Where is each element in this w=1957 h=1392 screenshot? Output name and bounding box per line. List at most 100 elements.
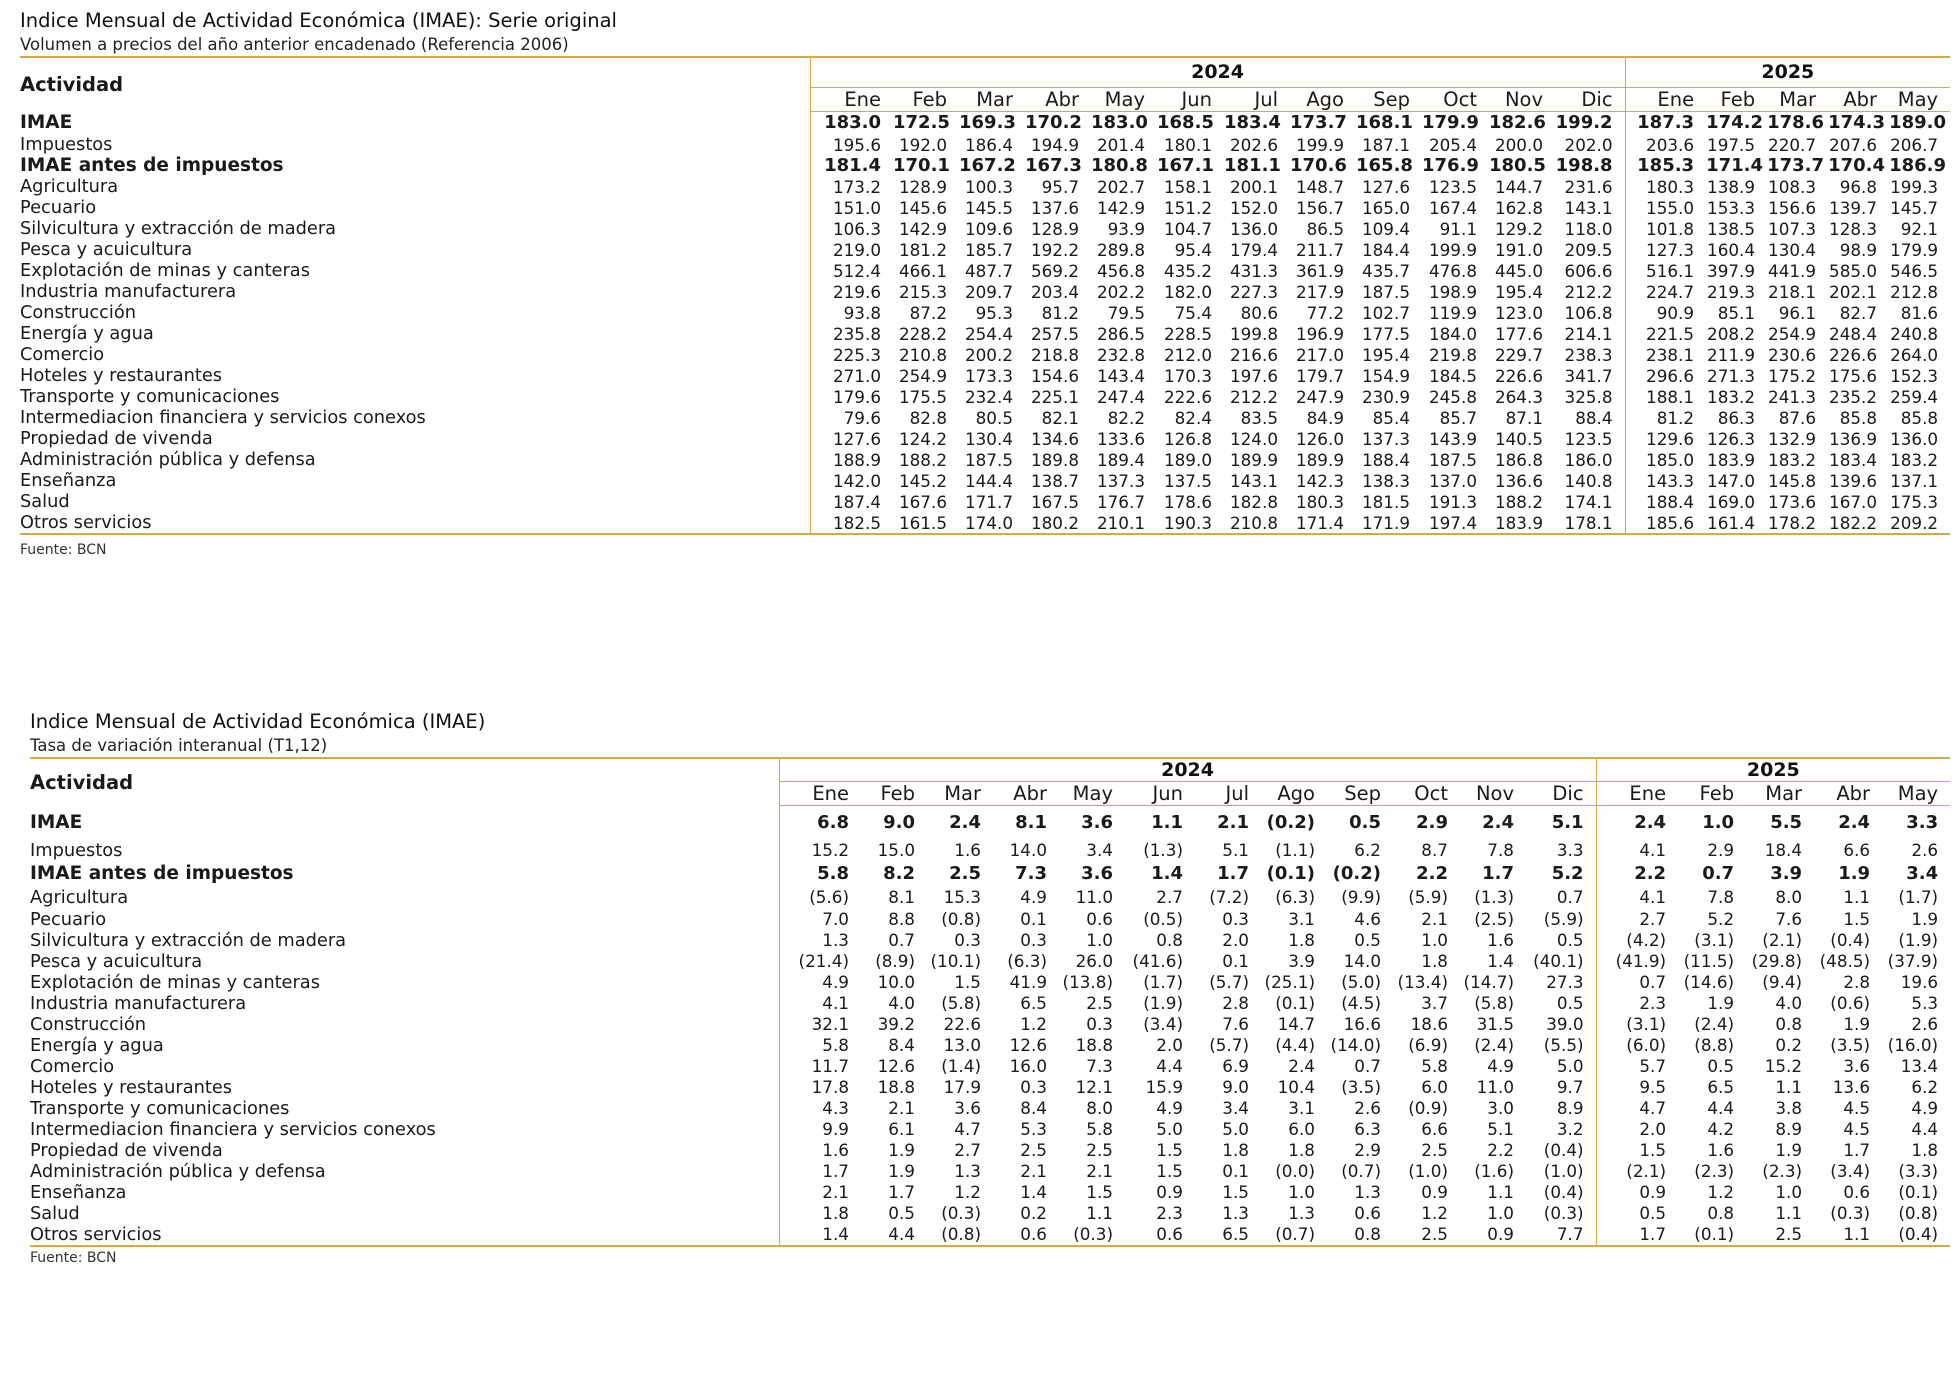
value-cell: 6.0 [1288, 1119, 1315, 1139]
value-cell: 195.4 [1361, 344, 1410, 365]
value-cell: 189.4 [1096, 449, 1145, 470]
table-row: IMAE antes de impuestos 5.8 8.2 2.5 7.3 3.6 1.… [30, 861, 1950, 886]
row-label: Intermediacion financiera y servicios co… [20, 407, 426, 428]
value-cell: 4.0 [1775, 993, 1803, 1013]
value-cell: 183.0 [809, 111, 893, 134]
value-cell: 174.1 [1555, 491, 1626, 512]
value-cell: 10.4 [1277, 1077, 1315, 1097]
value-cell: 3.9 [1770, 863, 1803, 884]
value-cell: (3.4) [1143, 1014, 1183, 1034]
value-cell: 187.3 [1624, 111, 1707, 134]
value-cell: 144.4 [964, 470, 1013, 491]
value-cell: (3.5) [1341, 1077, 1381, 1097]
value-cell: 31.5 [1476, 1014, 1514, 1034]
value-cell: 289.8 [1096, 239, 1145, 260]
value-cell: 232.4 [964, 386, 1013, 407]
value-cell: 145.6 [898, 197, 947, 218]
value-cell: 2.5 [1020, 1140, 1047, 1160]
value-cell: 183.4 [1829, 449, 1878, 470]
value-cell: 88.4 [1555, 407, 1626, 428]
value-cell: 184.0 [1428, 323, 1477, 344]
row-label: Otros servicios [30, 1223, 162, 1245]
value-cell: 126.8 [1163, 428, 1212, 449]
value-cell: 186.0 [1555, 449, 1626, 470]
value-cell: 188.4 [1624, 491, 1707, 512]
value-cell: 83.5 [1240, 407, 1278, 428]
value-cell: 211.7 [1295, 239, 1344, 260]
value-cell: 170.3 [1163, 365, 1212, 386]
table-row: Silvicultura y extracción de madera 106.3… [20, 218, 1950, 239]
value-cell: 0.5 [1349, 811, 1381, 833]
table-row: Impuestos 15.2 15.0 1.6 14.0 3.4 (1.3) 5.1 (1.1)… [30, 838, 1950, 862]
row-label: Comercio [30, 1055, 115, 1077]
value-cell: 202.0 [1555, 134, 1626, 155]
value-cell: 199.9 [1428, 239, 1477, 260]
value-cell: 1.2 [1421, 1203, 1448, 1223]
value-cell: 247.4 [1096, 386, 1145, 407]
value-cell: 228.5 [1163, 323, 1212, 344]
value-cell: 2.1 [778, 1181, 861, 1203]
value-cell: 1.5 [954, 972, 981, 992]
value-cell: 1.3 [1288, 1203, 1315, 1223]
value-cell: 1.1 [1843, 887, 1871, 907]
table-row: Enseñanza 2.1 1.7 1.2 1.4 1.5 0.9 1.5 1.0 1.3 0.9 1… [30, 1181, 1950, 1203]
value-cell: (41.9) [1595, 950, 1679, 972]
value-cell: 91.1 [1439, 218, 1477, 239]
value-cell: 2.4 [949, 811, 981, 833]
value-cell: 219.3 [1707, 281, 1756, 302]
value-cell: 1.8 [778, 1202, 861, 1224]
row-label: IMAE antes de impuestos [30, 863, 294, 884]
value-cell: 15.2 [1764, 1056, 1803, 1076]
value-cell: 2.2 [1595, 861, 1679, 886]
value-cell: 215.3 [898, 281, 947, 302]
value-cell: 2.1 [1020, 1161, 1047, 1181]
value-cell: 4.0 [888, 993, 915, 1013]
value-cell: 119.9 [1428, 302, 1477, 323]
value-cell: 185.3 [1624, 155, 1707, 176]
value-cell: 161.5 [898, 512, 947, 533]
value-cell: 143.1 [1229, 470, 1278, 491]
row-label: Pecuario [20, 197, 97, 218]
value-cell: 142.3 [1295, 470, 1344, 491]
value-cell: 5.8 [778, 861, 861, 886]
value-cell: (1.4) [941, 1056, 981, 1076]
month-header: Abr [1025, 87, 1091, 112]
table-row: Administración pública y defensa 188.9 188… [20, 449, 1950, 470]
value-cell: 4.5 [1843, 1119, 1871, 1139]
value-cell: 82.4 [1174, 407, 1212, 428]
value-cell: 151.0 [809, 197, 893, 218]
value-cell: 254.9 [898, 365, 947, 386]
row-label: Salud [20, 491, 70, 512]
value-cell: 5.8 [1421, 1056, 1448, 1076]
value-cell: 197.4 [1428, 512, 1477, 533]
value-cell: 137.6 [1030, 197, 1079, 218]
value-cell: 81.2 [1041, 302, 1079, 323]
table-row: Industria manufacturera 219.6 215.3 209.7 20… [20, 281, 1950, 302]
value-cell: 569.2 [1030, 260, 1079, 281]
value-cell: 17.9 [943, 1077, 981, 1097]
value-cell: 6.5 [1707, 1077, 1735, 1097]
value-cell: 9.0 [1222, 1077, 1249, 1097]
value-cell: (0.2) [1266, 811, 1315, 833]
month-header: Sep [1356, 87, 1422, 112]
value-cell: 167.1 [1157, 155, 1214, 176]
value-cell: 585.0 [1829, 260, 1878, 281]
table-row: Intermediacion financiera y servicios co… [20, 407, 1950, 428]
value-cell: 2.6 [1911, 1014, 1939, 1034]
value-cell: (0.3) [941, 1203, 981, 1223]
value-cell: 189.0 [1889, 112, 1947, 134]
value-cell: 1.5 [1086, 1182, 1113, 1202]
value-cell: (2.3) [1694, 1161, 1735, 1181]
row-label: Enseñanza [20, 470, 117, 491]
value-cell: 1.8 [1288, 930, 1315, 950]
row-label: Pesca y acuicultura [20, 239, 193, 260]
row-label: Impuestos [20, 134, 113, 155]
value-cell: 3.3 [1906, 811, 1939, 833]
value-cell: 6.0 [1421, 1077, 1448, 1097]
value-cell: 218.8 [1030, 344, 1079, 365]
value-cell: 0.3 [1086, 1014, 1113, 1034]
value-cell: (3.1) [1694, 930, 1735, 950]
value-cell: 96.1 [1778, 302, 1817, 323]
value-cell: 181.2 [898, 239, 947, 260]
value-cell: (11.5) [1683, 951, 1735, 971]
